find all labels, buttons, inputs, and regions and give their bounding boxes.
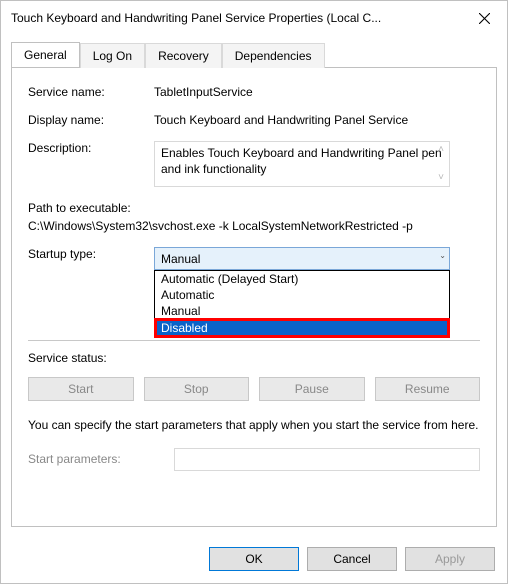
close-icon	[479, 13, 490, 24]
startup-type-dropdown: Automatic (Delayed Start) Automatic Manu…	[154, 270, 450, 338]
tab-row: General Log On Recovery Dependencies	[11, 42, 497, 68]
start-parameters-hint: You can specify the start parameters tha…	[28, 417, 480, 434]
description-scrollbar[interactable]: ˄ ˅	[435, 145, 447, 183]
scroll-up-icon[interactable]: ˄	[435, 145, 447, 155]
start-parameters-label: Start parameters:	[28, 452, 174, 466]
startup-option-manual[interactable]: Manual	[155, 303, 449, 319]
tab-recovery[interactable]: Recovery	[145, 43, 222, 68]
startup-option-automatic[interactable]: Automatic	[155, 287, 449, 303]
pause-button[interactable]: Pause	[259, 377, 365, 401]
description-label: Description:	[28, 141, 154, 187]
start-button[interactable]: Start	[28, 377, 134, 401]
chevron-down-icon: ⌄	[439, 251, 446, 260]
tab-log-on[interactable]: Log On	[80, 43, 145, 68]
stop-button[interactable]: Stop	[144, 377, 250, 401]
startup-type-label: Startup type:	[28, 247, 154, 270]
service-properties-dialog: Touch Keyboard and Handwriting Panel Ser…	[0, 0, 508, 584]
start-parameters-input[interactable]	[174, 448, 480, 471]
content-area: General Log On Recovery Dependencies Ser…	[1, 35, 507, 537]
divider	[28, 340, 480, 341]
service-name-value: TabletInputService	[154, 85, 480, 99]
tab-general[interactable]: General	[11, 42, 80, 67]
startup-type-selected: Manual	[161, 252, 200, 266]
description-text: Enables Touch Keyboard and Handwriting P…	[161, 146, 442, 176]
close-button[interactable]	[463, 4, 505, 32]
tab-dependencies[interactable]: Dependencies	[222, 43, 325, 68]
tab-panel-general: Service name: TabletInputService Display…	[11, 67, 497, 527]
scroll-down-icon[interactable]: ˅	[435, 173, 447, 183]
display-name-value: Touch Keyboard and Handwriting Panel Ser…	[154, 113, 480, 127]
description-box: Enables Touch Keyboard and Handwriting P…	[154, 141, 450, 187]
path-label: Path to executable:	[28, 201, 480, 215]
ok-button[interactable]: OK	[209, 547, 299, 571]
dialog-footer: OK Cancel Apply	[1, 537, 507, 583]
resume-button[interactable]: Resume	[375, 377, 481, 401]
service-status-label: Service status:	[28, 351, 154, 365]
service-name-label: Service name:	[28, 85, 154, 99]
window-title: Touch Keyboard and Handwriting Panel Ser…	[11, 11, 463, 25]
apply-button[interactable]: Apply	[405, 547, 495, 571]
display-name-label: Display name:	[28, 113, 154, 127]
startup-option-automatic-delayed[interactable]: Automatic (Delayed Start)	[155, 271, 449, 287]
titlebar: Touch Keyboard and Handwriting Panel Ser…	[1, 1, 507, 35]
path-value: C:\Windows\System32\svchost.exe -k Local…	[28, 219, 480, 233]
startup-option-disabled[interactable]: Disabled	[154, 318, 450, 338]
startup-type-combobox[interactable]: Manual ⌄	[154, 247, 450, 270]
cancel-button[interactable]: Cancel	[307, 547, 397, 571]
